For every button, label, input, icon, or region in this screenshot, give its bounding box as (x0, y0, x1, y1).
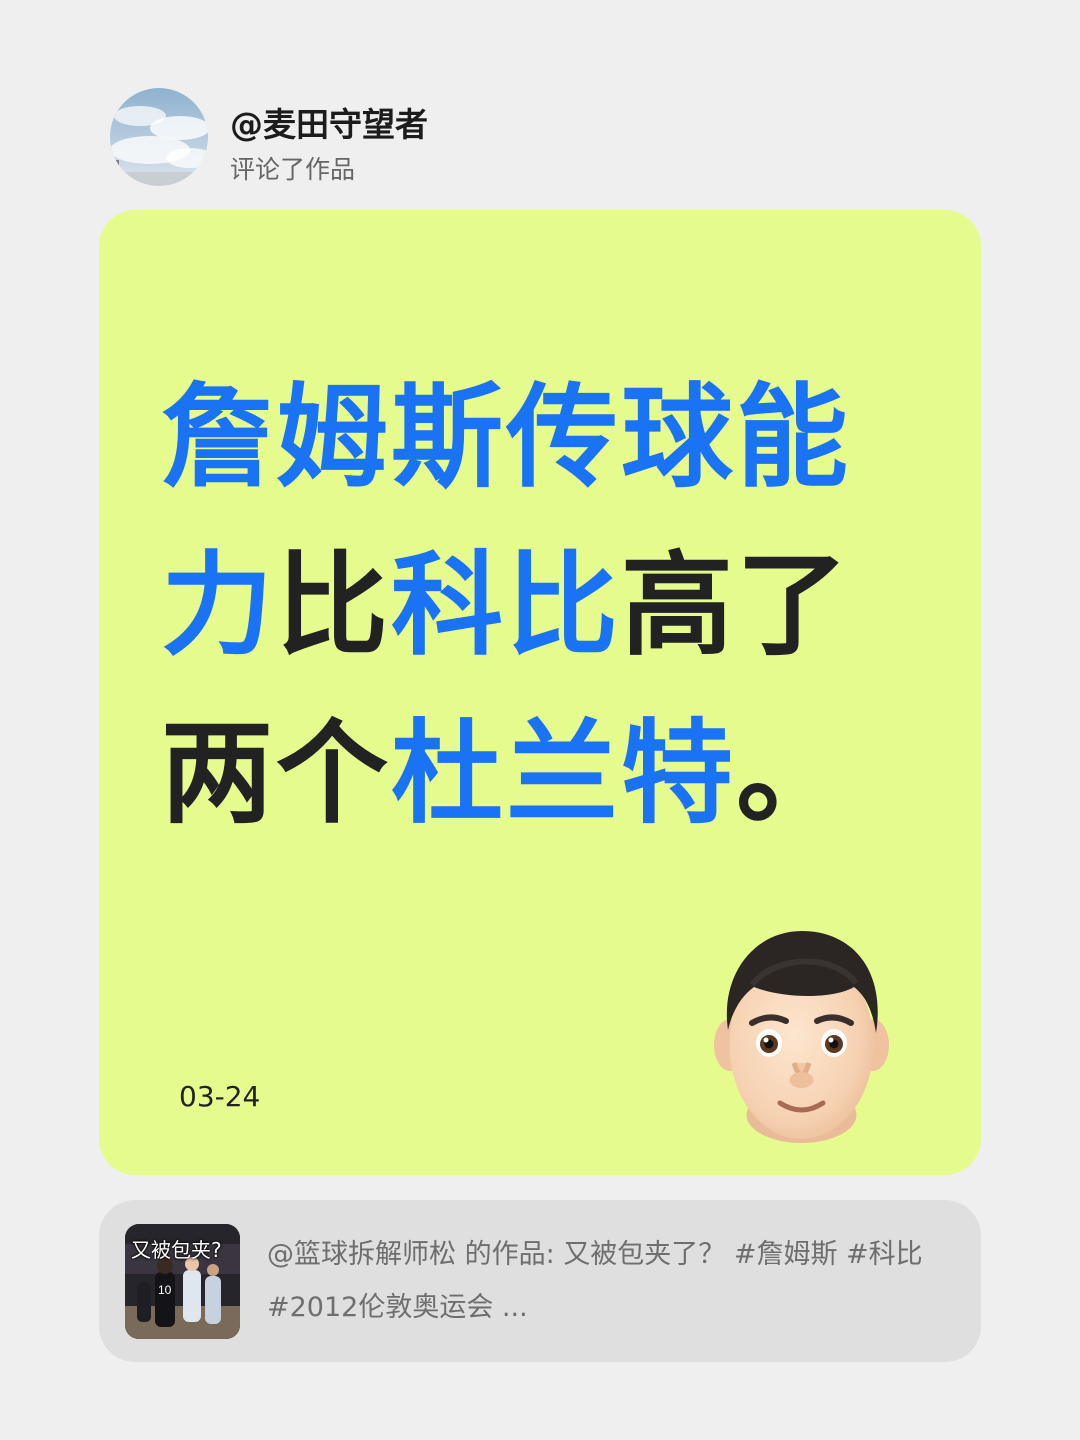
sky-clouds-avatar-icon (110, 88, 208, 186)
thumbnail-caption: 又被包夹? (131, 1238, 222, 1262)
author-action-text: 评论了作品 (230, 155, 356, 184)
man-face-emoji-icon (714, 931, 889, 1143)
svg-text:10: 10 (158, 1283, 172, 1297)
source-thumbnail[interactable]: 10 又被包夹? (125, 1224, 240, 1339)
comment-segment: 科比 (391, 541, 621, 671)
comment-segment: 杜兰特 (391, 709, 736, 839)
avatar[interactable] (110, 88, 208, 186)
author-username[interactable]: @麦田守望者 (230, 98, 428, 146)
comment-segment: 。 (736, 709, 851, 839)
comment-card: 詹姆斯传球能力比科比高了两个杜兰特。 03-24 (99, 210, 981, 1175)
comment-date: 03-24 (179, 1080, 261, 1113)
comment-text: 詹姆斯传球能力比科比高了两个杜兰特。 (161, 354, 921, 858)
source-work-link[interactable]: 10 又被包夹? @篮球拆解师松 的作品: 又被包夹了？ #詹姆斯 #科比 #2… (99, 1200, 981, 1362)
source-work-description[interactable]: @篮球拆解师松 的作品: 又被包夹了？ #詹姆斯 #科比 #2012伦敦奥运会 … (267, 1228, 957, 1334)
comment-segment: 比 (276, 541, 391, 671)
